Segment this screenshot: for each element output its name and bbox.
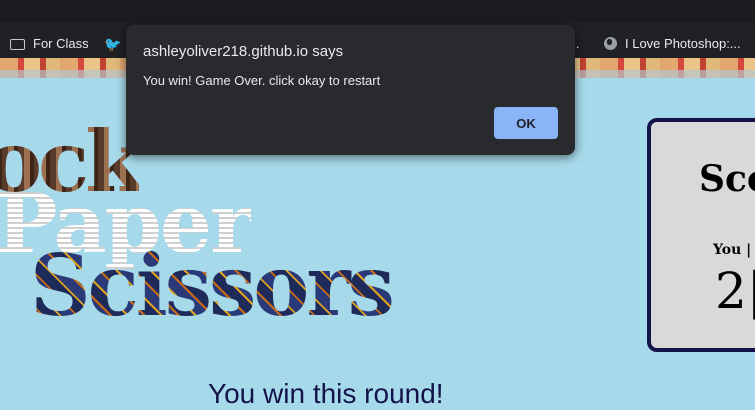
bookmark-for-class[interactable]: For Class <box>10 36 89 51</box>
bookmark-twitter[interactable]: 🐦 <box>104 36 121 53</box>
bookmark-for-class-label: For Class <box>33 36 89 51</box>
bookmark-photoshop-label: I Love Photoshop:... <box>625 36 741 51</box>
folder-icon <box>10 39 25 50</box>
dialog-message: You win! Game Over. click okay to restar… <box>143 73 381 88</box>
score-heading: Sco <box>699 158 755 200</box>
ok-button[interactable]: OK <box>494 107 558 139</box>
score-labels: You | C <box>713 242 755 258</box>
score-value: 2| <box>715 262 755 320</box>
dialog-title: ashleyoliver218.github.io says <box>143 43 344 60</box>
bookmark-photoshop[interactable]: I Love Photoshop:... <box>604 36 741 51</box>
scoreboard: Sco You | C 2| <box>647 118 755 352</box>
alert-dialog: ashleyoliver218.github.io says You win! … <box>126 25 575 155</box>
globe-icon <box>604 37 617 50</box>
round-result-message: You win this round! <box>208 378 444 409</box>
twitter-icon: 🐦 <box>104 36 122 52</box>
title-scissors: Scissors <box>30 236 395 335</box>
tab-strip <box>0 0 755 22</box>
